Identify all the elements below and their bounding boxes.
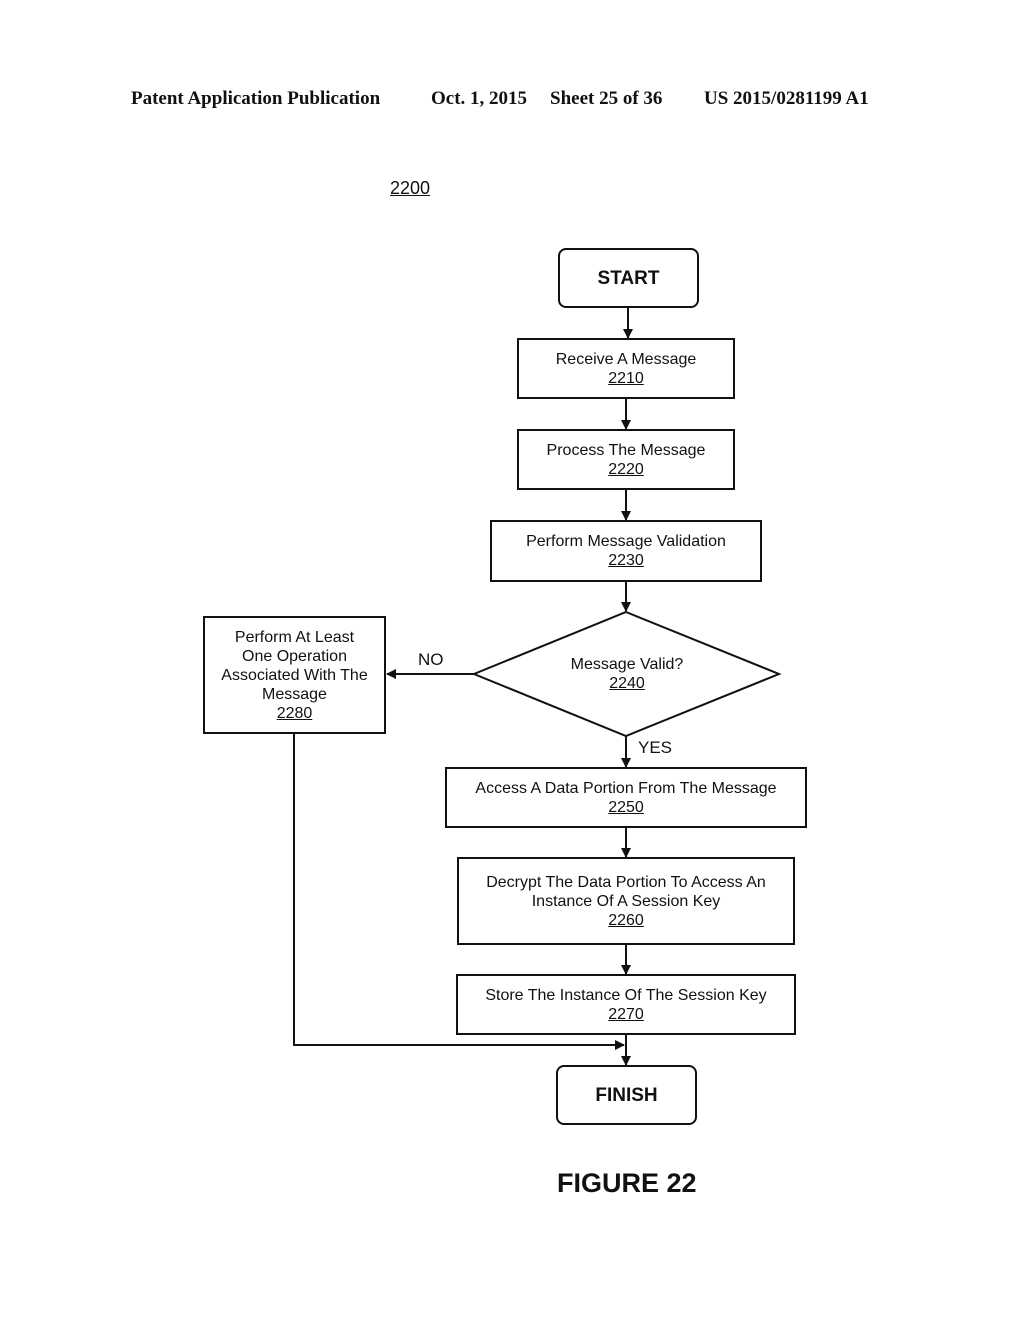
step-2260: Decrypt The Data Portion To Access An In… [457, 857, 795, 945]
step-2260-ref: 2260 [608, 911, 644, 929]
step-2220-label: Process The Message [546, 441, 706, 459]
step-2280-label-line1: Perform At Least [234, 628, 355, 646]
step-2270: Store The Instance Of The Session Key 22… [456, 974, 796, 1035]
step-2210: Receive A Message 2210 [517, 338, 735, 399]
yes-branch-label: YES [638, 738, 673, 757]
step-2280-ref: 2280 [276, 704, 313, 722]
step-2220-ref: 2220 [608, 460, 644, 478]
step-2230-ref: 2230 [608, 552, 644, 569]
step-2280-label-line3: Associated With The [221, 666, 368, 684]
decision-2240-ref: 2240 [609, 675, 645, 692]
decision-2240: Message Valid? 2240 [474, 612, 780, 736]
step-2210-label: Receive A Message [555, 350, 697, 368]
figure-caption: FIGURE 22 [557, 1168, 697, 1198]
step-2220: Process The Message 2220 [517, 429, 735, 490]
step-2210-ref: 2210 [608, 369, 644, 387]
step-2280-label-line2: One Operation [242, 647, 347, 665]
step-2250-label: Access A Data Portion From The Message [475, 779, 777, 797]
step-2230: Perform Message Validation 2230 [490, 520, 762, 582]
decision-2240-label: Message Valid? [570, 656, 684, 673]
step-2250: Access A Data Portion From The Message 2… [445, 767, 807, 828]
step-2260-label-line1: Decrypt The Data Portion To Access An [486, 873, 766, 891]
step-2280: Perform At Least One Operation Associate… [203, 616, 386, 734]
step-2230-label: Perform Message Validation [526, 533, 726, 550]
step-2260-label-line2: Instance Of A Session Key [531, 892, 721, 910]
step-2250-ref: 2250 [608, 798, 644, 816]
finish-label: FINISH [595, 1084, 658, 1106]
step-2270-label: Store The Instance Of The Session Key [485, 986, 767, 1004]
step-2270-ref: 2270 [608, 1005, 644, 1023]
finish-terminal: FINISH [556, 1065, 697, 1125]
step-2280-label-line4: Message [262, 685, 327, 703]
start-label: START [597, 267, 660, 289]
start-terminal: START [558, 248, 699, 308]
no-branch-label: NO [418, 650, 444, 669]
